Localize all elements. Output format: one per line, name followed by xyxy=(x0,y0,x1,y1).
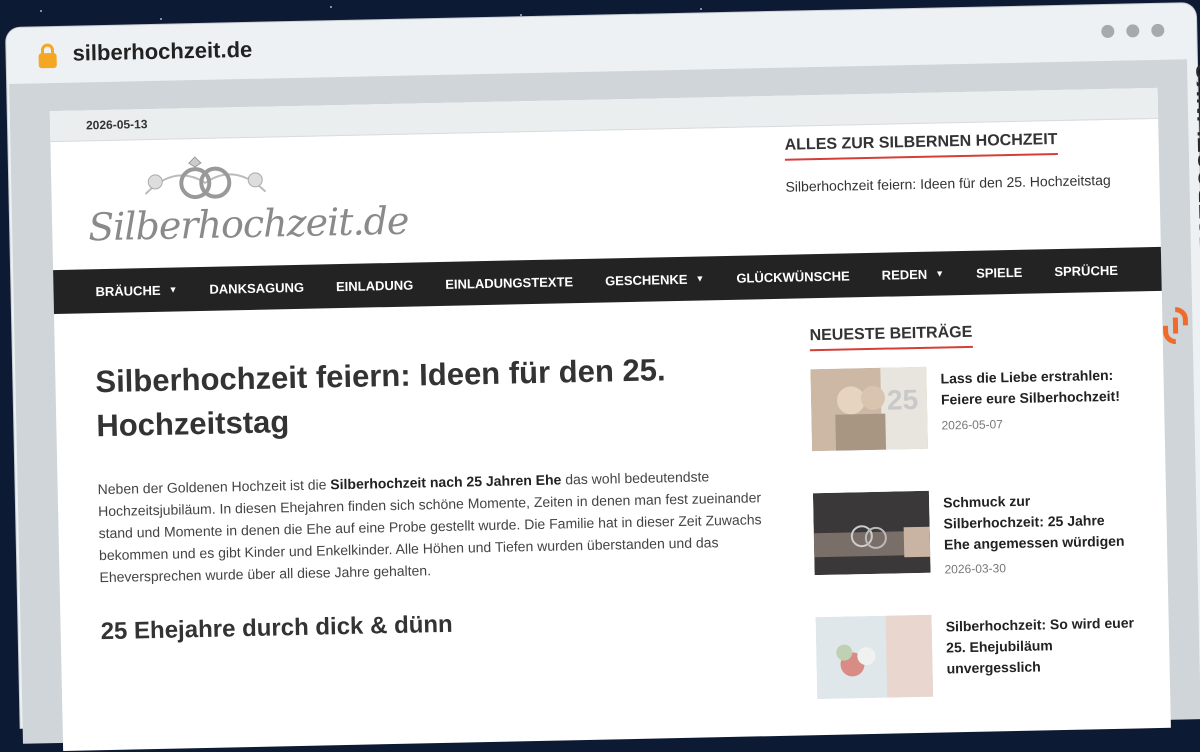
nav-item-label: SPIELE xyxy=(976,264,1023,280)
article-intro: Neben der Goldenen Hochzeit ist die Silb… xyxy=(97,464,789,588)
nav-item-spiele[interactable]: SPIELE xyxy=(976,264,1023,280)
lock-icon xyxy=(36,43,59,69)
intro-bold: Silberhochzeit nach 25 Jahren Ehe xyxy=(330,471,561,492)
post-link[interactable]: Lass die Liebe erstrahlen: Feiere eure S… xyxy=(940,365,1131,411)
post-thumbnail[interactable]: 25 xyxy=(810,367,928,451)
nav-item-label: GESCHENKE xyxy=(605,271,688,288)
nav-item-einladungstexte[interactable]: EINLADUNGSTEXTE xyxy=(445,274,573,292)
caret-down-icon: ▼ xyxy=(695,273,704,283)
article-subheading: 25 Ehejahre durch dick & dünn xyxy=(100,604,790,646)
window-dot-icon[interactable] xyxy=(1151,24,1164,37)
caret-down-icon: ▼ xyxy=(935,268,944,278)
nav-item-label: GLÜCKWÜNSCHE xyxy=(736,268,850,285)
sidebar: NEUESTE BEITRÄGE 25 Lass die Liebe erstr… xyxy=(809,320,1147,723)
link-icon xyxy=(1160,305,1191,346)
nav-item-einladung[interactable]: EINLADUNG xyxy=(336,277,414,294)
window-dot-icon[interactable] xyxy=(1126,24,1139,37)
nav-item-label: REDEN xyxy=(882,266,928,282)
post-link[interactable]: Schmuck zur Silberhochzeit: 25 Jahre Ehe… xyxy=(943,489,1134,556)
site-header: Silberhochzeit.de ALLES ZUR SILBERNEN HO… xyxy=(50,119,1160,270)
current-date: 2026-05-13 xyxy=(86,117,148,132)
site-logo[interactable]: Silberhochzeit.de xyxy=(85,150,327,263)
nav-item-danksagung[interactable]: DANKSAGUNG xyxy=(209,279,304,296)
svg-text:25: 25 xyxy=(887,384,919,416)
sidebar-post[interactable]: Schmuck zur Silberhochzeit: 25 Jahre Ehe… xyxy=(813,486,1145,599)
article: Silberhochzeit feiern: Ideen für den 25.… xyxy=(95,346,791,646)
url-text[interactable]: silberhochzeit.de xyxy=(72,37,252,67)
nav-item-label: EINLADUNG xyxy=(336,277,414,294)
window-dot-icon[interactable] xyxy=(1101,25,1114,38)
nav-item-label: SPRÜCHE xyxy=(1054,262,1118,278)
sidebar-title: NEUESTE BEITRÄGE xyxy=(809,324,972,351)
post-thumbnail[interactable] xyxy=(816,615,934,699)
nav-item-sprüche[interactable]: SPRÜCHE xyxy=(1054,262,1118,278)
nav-item-label: EINLADUNGSTEXTE xyxy=(445,274,573,292)
window-controls xyxy=(1101,24,1164,38)
post-date: 2026-03-30 xyxy=(944,561,1006,576)
post-thumbnail[interactable] xyxy=(813,491,931,575)
sidebar-post[interactable]: 25 Lass die Liebe erstrahlen: Feiere eur… xyxy=(810,362,1142,475)
caret-down-icon: ▼ xyxy=(168,284,177,294)
article-title: Silberhochzeit feiern: Ideen für den 25.… xyxy=(95,346,787,448)
sidebar-post[interactable]: Silberhochzeit: So wird euer 25. Ehejubi… xyxy=(816,610,1148,723)
header-widget-title: ALLES ZUR SILBERNEN HOCHZEIT xyxy=(784,131,1057,161)
post-link[interactable]: Silberhochzeit: So wird euer 25. Ehejubi… xyxy=(946,612,1137,679)
post-date: 2026-05-07 xyxy=(941,417,1003,432)
header-widget-link[interactable]: Silberhochzeit feiern: Ideen für den 25.… xyxy=(785,172,1111,195)
nav-item-bräuche[interactable]: BRÄUCHE ▼ xyxy=(95,282,177,299)
nav-item-label: DANKSAGUNG xyxy=(209,279,304,296)
intro-text-start: Neben der Goldenen Hochzeit ist die xyxy=(98,476,331,497)
nav-item-glückwünsche[interactable]: GLÜCKWÜNSCHE xyxy=(736,268,850,285)
nav-item-label: BRÄUCHE xyxy=(95,282,160,298)
brand-text: GUESTPOSTLINKS xyxy=(1191,63,1200,288)
nav-item-geschenke[interactable]: GESCHENKE ▼ xyxy=(605,271,705,288)
website: 2026-05-13 Silberhochzeit.de ALLES ZUR S… xyxy=(50,88,1171,751)
guestpostlinks-brand: GUESTPOSTLINKS xyxy=(1151,57,1195,358)
browser-window: silberhochzeit.de 2026-05-13 xyxy=(6,3,1200,728)
logo-text: Silberhochzeit.de xyxy=(88,199,409,250)
nav-item-reden[interactable]: REDEN ▼ xyxy=(882,266,945,282)
page-viewport: 2026-05-13 Silberhochzeit.de ALLES ZUR S… xyxy=(9,59,1200,744)
